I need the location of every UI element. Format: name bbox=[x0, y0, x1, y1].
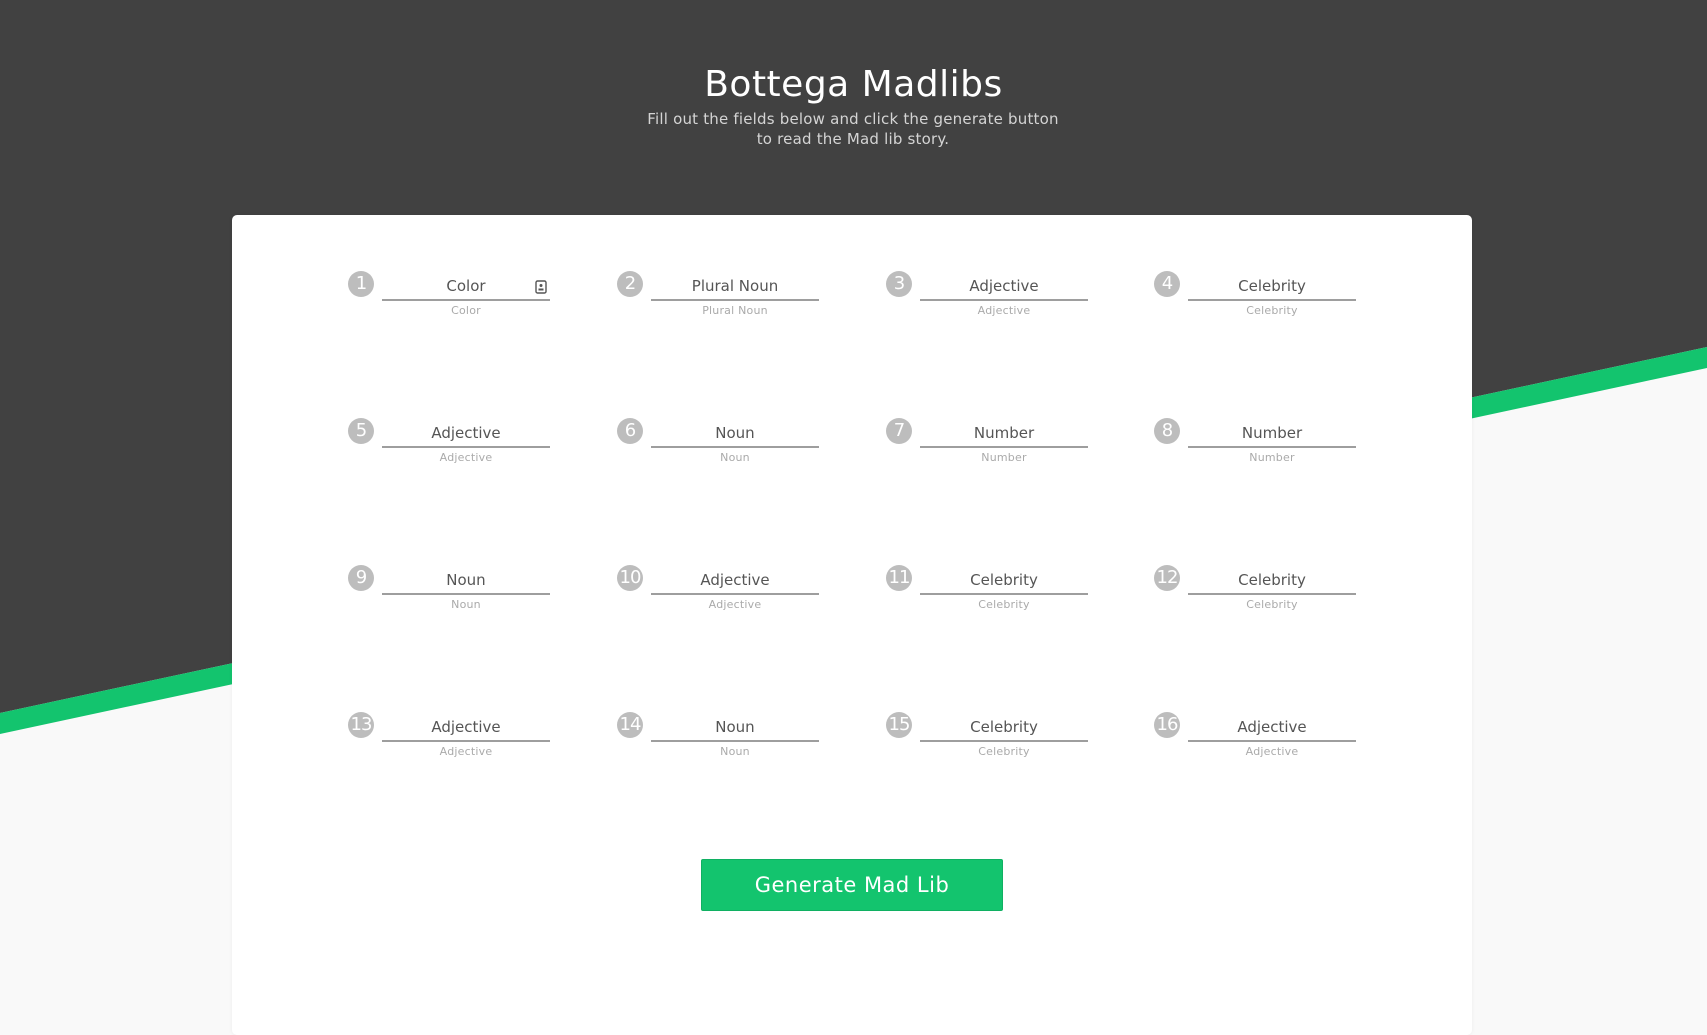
field-number-badge: 11 bbox=[886, 565, 912, 591]
field-number-badge: 6 bbox=[617, 418, 643, 444]
field-input-14[interactable] bbox=[651, 714, 819, 742]
field-input-3[interactable] bbox=[920, 273, 1088, 301]
madlib-field-14: 14 Noun bbox=[617, 712, 827, 772]
field-input-13[interactable] bbox=[382, 714, 550, 742]
field-number-badge: 8 bbox=[1154, 418, 1180, 444]
madlib-field-16: 16 Adjective bbox=[1154, 712, 1364, 772]
field-input-2[interactable] bbox=[651, 273, 819, 301]
madlib-field-7: 7 Number bbox=[886, 418, 1096, 478]
madlib-field-3: 3 Adjective bbox=[886, 271, 1096, 331]
field-number-badge: 5 bbox=[348, 418, 374, 444]
field-number-badge: 13 bbox=[348, 712, 374, 738]
field-input-1[interactable] bbox=[382, 273, 550, 301]
madlib-field-13: 13 Adjective bbox=[348, 712, 558, 772]
field-number-badge: 2 bbox=[617, 271, 643, 297]
subtitle-line-1: Fill out the fields below and click the … bbox=[647, 110, 1059, 128]
field-input-8[interactable] bbox=[1188, 420, 1356, 448]
field-helper-text: Color bbox=[451, 304, 481, 317]
madlib-field-1: 1 Color bbox=[348, 271, 558, 331]
field-helper-text: Adjective bbox=[439, 745, 493, 758]
field-helper-text: Number bbox=[981, 451, 1027, 464]
field-input-15[interactable] bbox=[920, 714, 1088, 742]
madlib-field-6: 6 Noun bbox=[617, 418, 827, 478]
madlib-field-9: 9 Noun bbox=[348, 565, 558, 625]
field-helper-text: Celebrity bbox=[978, 745, 1030, 758]
field-input-11[interactable] bbox=[920, 567, 1088, 595]
field-number-badge: 15 bbox=[886, 712, 912, 738]
field-input-7[interactable] bbox=[920, 420, 1088, 448]
field-input-12[interactable] bbox=[1188, 567, 1356, 595]
field-number-badge: 3 bbox=[886, 271, 912, 297]
field-number-badge: 12 bbox=[1154, 565, 1180, 591]
field-input-16[interactable] bbox=[1188, 714, 1356, 742]
field-input-9[interactable] bbox=[382, 567, 550, 595]
field-number-badge: 14 bbox=[617, 712, 643, 738]
field-helper-text: Noun bbox=[720, 745, 750, 758]
field-helper-text: Noun bbox=[720, 451, 750, 464]
field-number-badge: 1 bbox=[348, 271, 374, 297]
field-helper-text: Noun bbox=[451, 598, 481, 611]
madlib-field-8: 8 Number bbox=[1154, 418, 1364, 478]
field-number-badge: 16 bbox=[1154, 712, 1180, 738]
page-subtitle: Fill out the fields below and click the … bbox=[553, 109, 1153, 149]
field-helper-text: Adjective bbox=[1245, 745, 1299, 758]
field-helper-text: Number bbox=[1249, 451, 1295, 464]
madlib-field-5: 5 Adjective bbox=[348, 418, 558, 478]
field-number-badge: 10 bbox=[617, 565, 643, 591]
madlib-field-10: 10 Adjective bbox=[617, 565, 827, 625]
field-number-badge: 7 bbox=[886, 418, 912, 444]
madlib-field-2: 2 Plural Noun bbox=[617, 271, 827, 331]
page-title: Bottega Madlibs bbox=[704, 64, 1003, 105]
madlib-field-15: 15 Celebrity bbox=[886, 712, 1096, 772]
field-helper-text: Plural Noun bbox=[702, 304, 768, 317]
field-helper-text: Adjective bbox=[977, 304, 1031, 317]
field-helper-text: Celebrity bbox=[1246, 304, 1298, 317]
field-helper-text: Adjective bbox=[439, 451, 493, 464]
field-input-5[interactable] bbox=[382, 420, 550, 448]
contact-card-icon[interactable] bbox=[534, 280, 548, 294]
generate-mad-lib-button[interactable]: Generate Mad Lib bbox=[701, 859, 1003, 911]
madlib-form-card: 1 Color 2 Plural Noun 3 Adjective 4 Celebrity 5 A… bbox=[232, 215, 1472, 1035]
subtitle-line-2: to read the Mad lib story. bbox=[756, 130, 950, 148]
field-helper-text: Celebrity bbox=[1246, 598, 1298, 611]
field-input-10[interactable] bbox=[651, 567, 819, 595]
field-number-badge: 4 bbox=[1154, 271, 1180, 297]
field-helper-text: Adjective bbox=[708, 598, 762, 611]
field-helper-text: Celebrity bbox=[978, 598, 1030, 611]
madlib-field-4: 4 Celebrity bbox=[1154, 271, 1364, 331]
field-number-badge: 9 bbox=[348, 565, 374, 591]
field-input-6[interactable] bbox=[651, 420, 819, 448]
madlib-field-11: 11 Celebrity bbox=[886, 565, 1096, 625]
madlib-field-12: 12 Celebrity bbox=[1154, 565, 1364, 625]
field-input-4[interactable] bbox=[1188, 273, 1356, 301]
